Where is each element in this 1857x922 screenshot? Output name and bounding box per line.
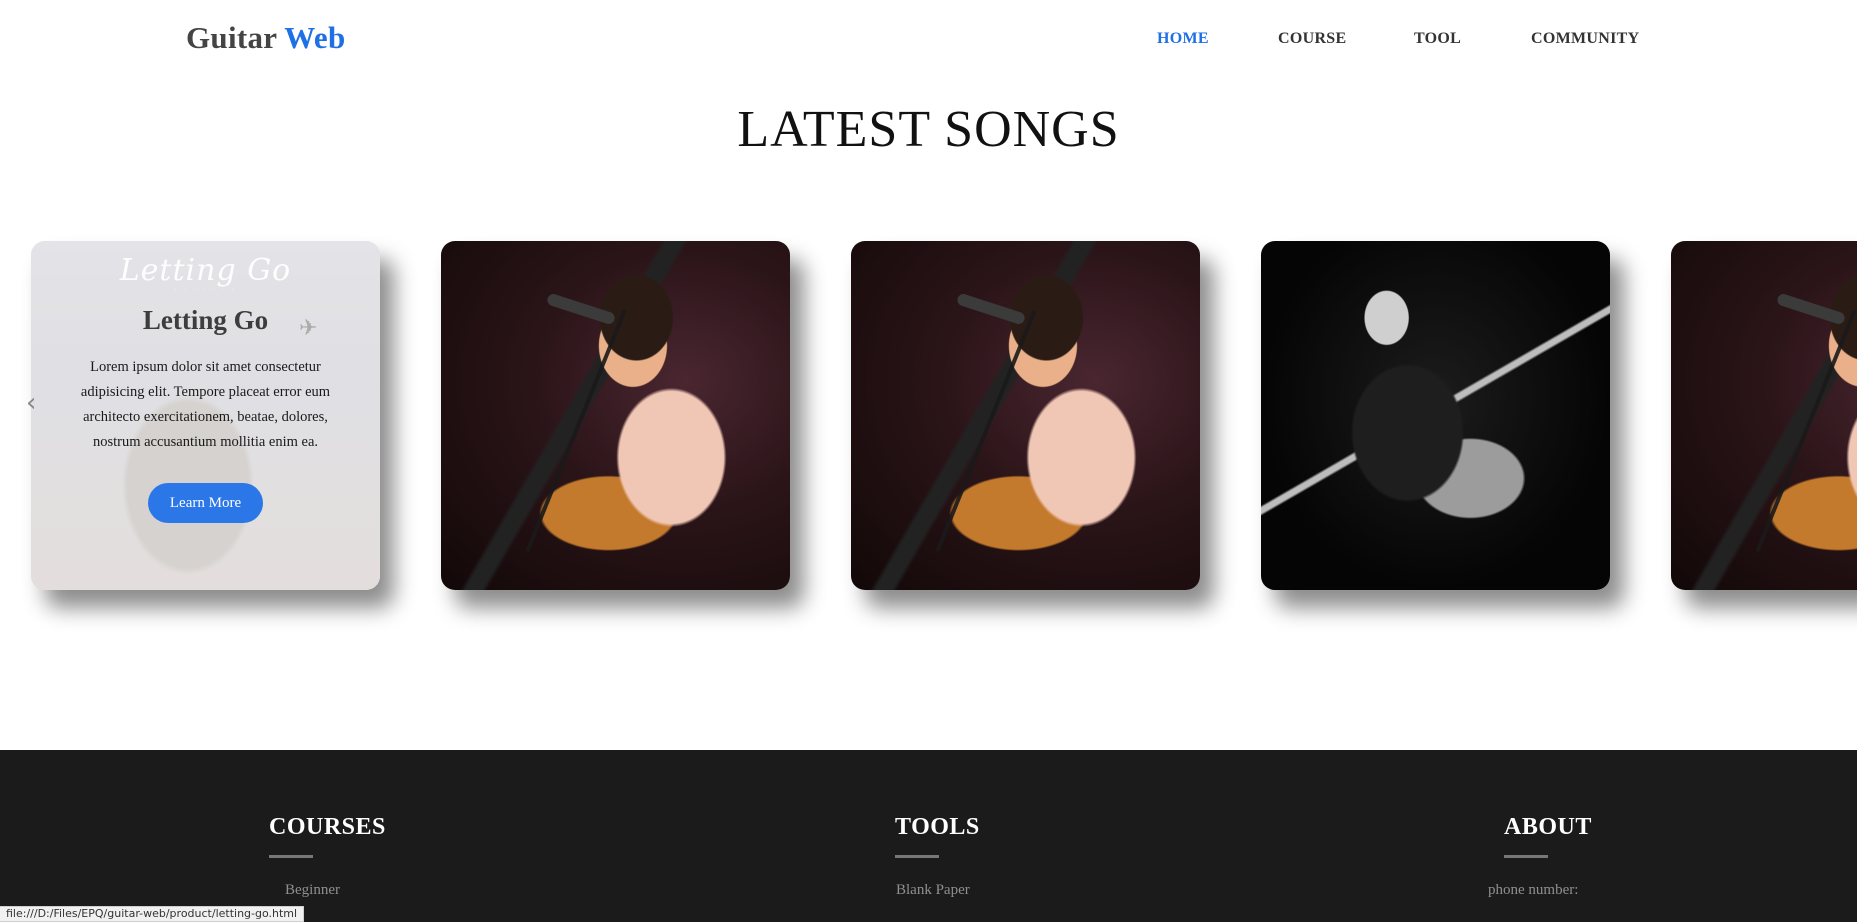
footer-heading: TOOLS xyxy=(895,814,980,840)
footer-heading: COURSES xyxy=(269,814,386,840)
footer-divider xyxy=(895,855,939,858)
site-footer: COURSES Beginner TOOLS Blank Paper ABOUT… xyxy=(0,750,1857,922)
footer-col-tools: TOOLS Blank Paper xyxy=(895,814,980,898)
nav-home[interactable]: HOME xyxy=(1157,30,1209,48)
mic-stand-graphic xyxy=(1755,309,1857,553)
footer-col-courses: COURSES Beginner xyxy=(269,814,386,898)
chevron-left-icon[interactable]: ‹ xyxy=(26,388,36,418)
footer-link: phone number: xyxy=(1488,882,1579,898)
nav-community[interactable]: COMMUNITY xyxy=(1531,30,1639,48)
learn-more-button[interactable]: Learn More xyxy=(148,483,263,523)
song-card[interactable] xyxy=(1671,241,1857,590)
section-title: LATEST SONGS xyxy=(737,101,1120,158)
site-header: Guitar Web HOME COURSE TOOL COMMUNITY xyxy=(0,0,1857,80)
logo-accent-text: Web xyxy=(284,20,346,55)
album-script-title: Letting Go xyxy=(119,253,292,288)
song-card[interactable] xyxy=(851,241,1200,590)
nav-tool[interactable]: TOOL xyxy=(1414,30,1461,48)
footer-col-about: ABOUT phone number: xyxy=(1488,814,1592,898)
song-card[interactable] xyxy=(1261,241,1610,590)
song-card[interactable] xyxy=(441,241,790,590)
album-script-subtitle: · · · · · · · · · xyxy=(165,287,246,293)
footer-link[interactable]: Beginner xyxy=(285,882,340,899)
songs-carousel: Letting Go · · · · · · · · · ✈ Letting G… xyxy=(0,200,1857,640)
microphone-graphic xyxy=(545,292,616,326)
site-logo[interactable]: Guitar Web xyxy=(186,20,346,56)
card-description: Lorem ipsum dolor sit amet consectetur a… xyxy=(80,359,331,450)
footer-divider xyxy=(269,855,313,858)
footer-heading: ABOUT xyxy=(1504,814,1592,840)
card-title: Letting Go xyxy=(142,305,269,335)
footer-divider xyxy=(1504,855,1548,858)
logo-main-text: Guitar xyxy=(186,20,277,55)
mic-stand-graphic xyxy=(935,309,1037,553)
microphone-graphic xyxy=(955,292,1026,326)
footer-link[interactable]: Blank Paper xyxy=(896,882,970,899)
featured-song-card[interactable]: Letting Go · · · · · · · · · ✈ Letting G… xyxy=(31,241,380,590)
link-preview-status-bar: file:///D:/Files/EPQ/guitar-web/product/… xyxy=(0,906,305,922)
microphone-graphic xyxy=(1775,292,1846,326)
nav-course[interactable]: COURSE xyxy=(1278,30,1346,48)
mic-stand-graphic xyxy=(525,309,627,553)
